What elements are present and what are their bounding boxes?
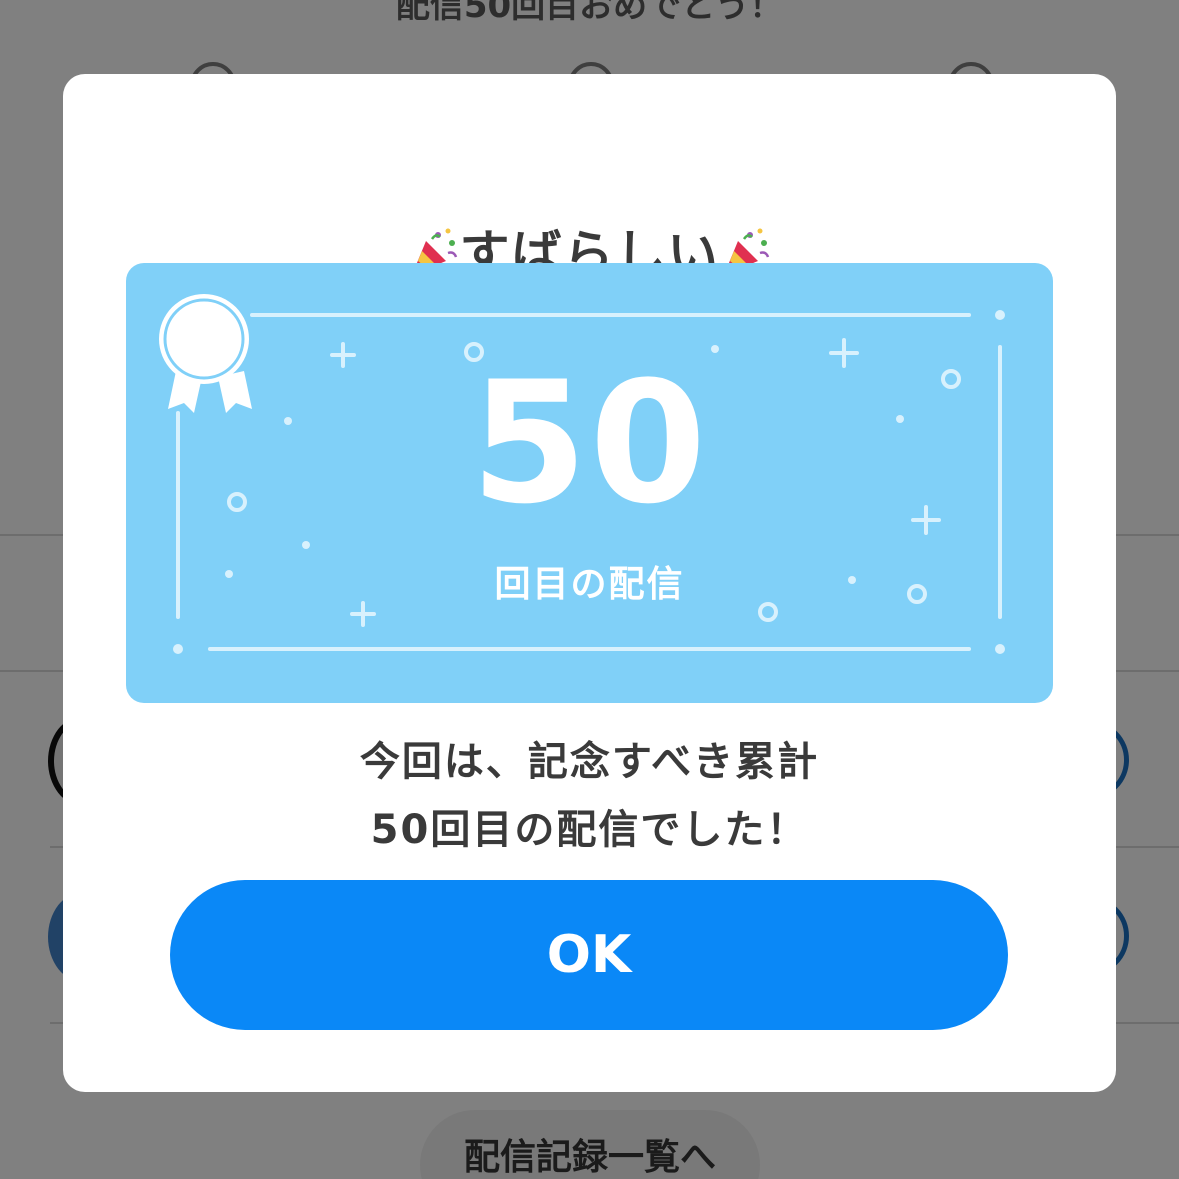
message-line: 50回目の配信でした！ [370,807,809,853]
milestone-subtitle: 回目の配信 [494,564,685,605]
ok-button[interactable]: OK [170,880,1008,1030]
message-line: 今回は、記念すべき累計 [359,739,820,785]
app-screen: 配信50回目おめでとう！ 配信記録一覧へ すばらしい 50 回目の配信 今回は、… [0,0,1179,1179]
milestone-message: 今回は、記念すべき累計 50回目の配信でした！ [63,728,1116,864]
milestone-number: 50 [470,345,709,541]
milestone-card: 50 回目の配信 [126,263,1053,703]
milestone-modal: すばらしい 50 回目の配信 今回は、記念すべき累計 50回目の配信でした！ O… [63,74,1116,1092]
